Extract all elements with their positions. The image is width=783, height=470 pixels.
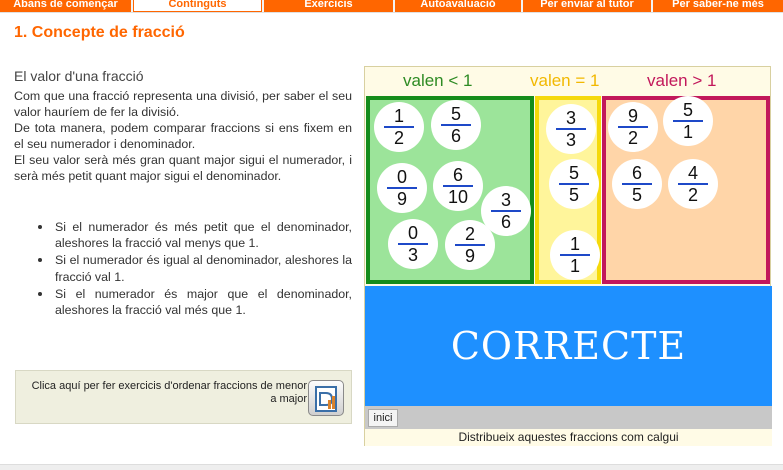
header-less-than-one: valen < 1 (403, 71, 473, 90)
denominator: 5 (631, 185, 642, 205)
result-message: CORRECTE (450, 324, 687, 368)
numerator: 0 (407, 223, 418, 243)
denominator: 2 (627, 128, 638, 148)
numerator: 6 (452, 165, 463, 185)
fraction-chip[interactable]: 0 3 (388, 219, 438, 269)
intro-paragraph: Com que una fracció representa una divis… (14, 89, 352, 119)
exercise-link-box[interactable]: Clica aquí per fer exercicis d'ordenar f… (15, 370, 352, 424)
tab-continguts[interactable]: Continguts (133, 0, 262, 12)
numerator: 5 (568, 163, 579, 183)
denominator: 5 (568, 185, 579, 205)
numerator: 0 (396, 167, 407, 187)
top-navigation: Abans de començar Continguts Exercicis A… (0, 0, 783, 12)
ordering-exercise-icon (315, 386, 337, 412)
fraction-chip[interactable]: 9 2 (608, 102, 658, 152)
result-panel: CORRECTE (365, 286, 772, 406)
denominator: 1 (682, 122, 693, 142)
fraction-chip[interactable]: 1 2 (374, 102, 424, 152)
tab-per-saber-ne-mes[interactable]: Per saber-ne més (653, 0, 783, 12)
exercise-link-text[interactable]: Clica aquí per fer exercicis d'ordenar f… (27, 380, 307, 406)
fraction-chip[interactable]: 5 5 (549, 159, 599, 209)
tab-exercicis[interactable]: Exercicis (264, 0, 393, 12)
denominator: 1 (569, 256, 580, 276)
numerator: 9 (627, 106, 638, 126)
control-bar: inici (365, 406, 772, 429)
numerator: 6 (631, 163, 642, 183)
zone-less-than-one[interactable]: 1 2 5 6 0 9 6 10 3 6 0 3 2 9 (366, 96, 534, 284)
fraction-chip[interactable]: 1 1 (550, 230, 600, 280)
tab-autoavaluacio[interactable]: Autoavaluació (395, 0, 521, 12)
denominator: 9 (396, 189, 407, 209)
numerator: 4 (687, 163, 698, 183)
fraction-chip[interactable]: 3 3 (546, 104, 596, 154)
intro-paragraph: El seu valor serà més gran quant major s… (14, 153, 352, 183)
page-title: 1. Concepte de fracció (14, 24, 185, 41)
rule-item-greater: Si el numerador és major que el denomina… (38, 286, 352, 318)
header-greater-than-one: valen > 1 (647, 71, 717, 90)
rule-item-less: Si el numerador és més petit que el deno… (38, 219, 352, 251)
section-subtitle: El valor d'una fracció (14, 68, 144, 84)
reset-button[interactable]: inici (368, 409, 398, 427)
numerator: 5 (450, 104, 461, 124)
numerator: 2 (464, 224, 475, 244)
intro-text: Com que una fracció representa una divis… (14, 88, 352, 184)
intro-paragraph: De tota manera, podem comparar fraccions… (14, 121, 352, 151)
denominator: 9 (464, 246, 475, 266)
rules-list: Si el numerador és més petit que el deno… (38, 219, 352, 319)
zone-greater-than-one[interactable]: 9 2 5 1 6 5 4 2 (602, 96, 770, 284)
ordering-exercise-button[interactable] (308, 380, 344, 416)
denominator: 10 (447, 187, 469, 207)
numerator: 1 (569, 234, 580, 254)
denominator: 2 (393, 128, 404, 148)
fraction-chip[interactable]: 6 10 (433, 161, 483, 211)
numerator: 3 (565, 108, 576, 128)
fraction-chip[interactable]: 6 5 (612, 159, 662, 209)
denominator: 3 (407, 245, 418, 265)
fraction-chip[interactable]: 0 9 (377, 163, 427, 213)
fraction-chip[interactable]: 5 1 (663, 96, 713, 146)
denominator: 3 (565, 130, 576, 150)
bottom-divider (0, 464, 783, 470)
numerator: 3 (500, 190, 511, 210)
numerator: 5 (682, 100, 693, 120)
header-equal-one: valen = 1 (530, 71, 600, 90)
rule-item-equal: Si el numerador és igual al denominador,… (38, 252, 352, 284)
instruction-text: Distribueix aquestes fraccions com calgu… (365, 429, 772, 446)
fraction-chip[interactable]: 5 6 (431, 100, 481, 150)
zone-equal-one[interactable]: 3 3 5 5 1 1 (535, 96, 601, 284)
fraction-chip[interactable]: 2 9 (445, 220, 495, 270)
denominator: 2 (687, 185, 698, 205)
denominator: 6 (450, 126, 461, 146)
tab-per-enviar-al-tutor[interactable]: Per enviar al tutor (523, 0, 651, 12)
tab-abans-de-comencar[interactable]: Abans de començar (0, 0, 131, 12)
numerator: 1 (393, 106, 404, 126)
fraction-chip[interactable]: 4 2 (668, 159, 718, 209)
fraction-sorting-game: valen < 1 valen = 1 valen > 1 1 2 5 6 0 … (364, 66, 772, 446)
